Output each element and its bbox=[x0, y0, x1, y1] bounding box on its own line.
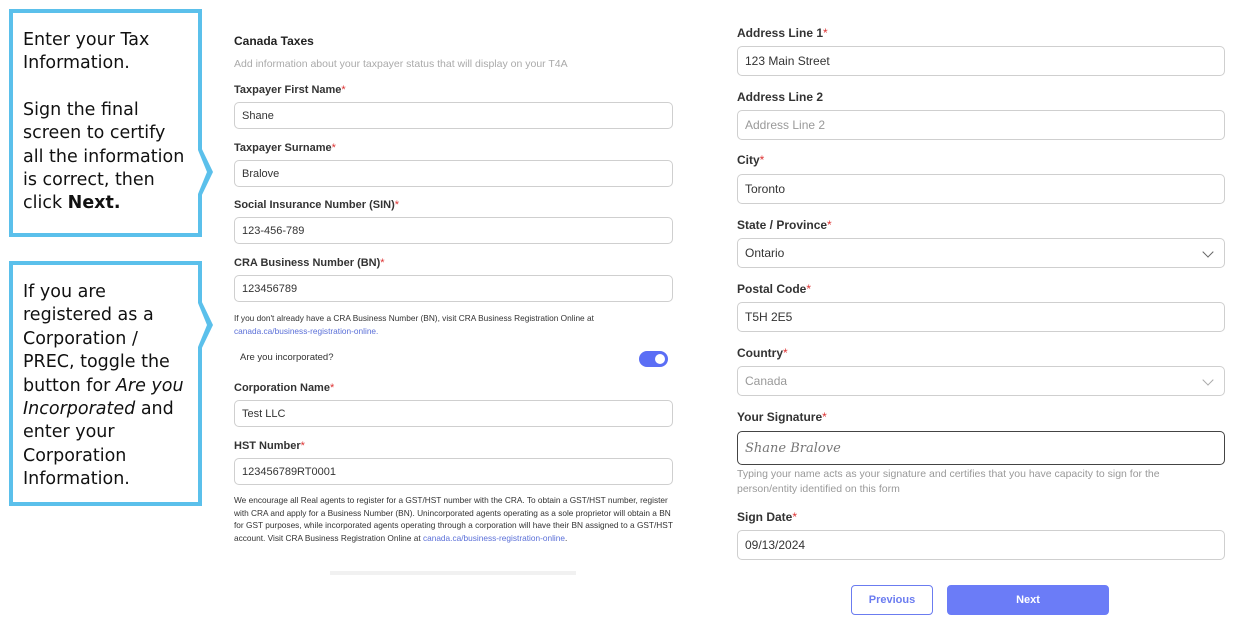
first-name-label: Taxpayer First Name* bbox=[234, 84, 346, 96]
surname-label: Taxpayer Surname* bbox=[234, 142, 336, 154]
sign-date-input[interactable]: 09/13/2024 bbox=[737, 530, 1225, 560]
postal-code-input[interactable]: T5H 2E5 bbox=[737, 302, 1225, 332]
incorporated-toggle[interactable] bbox=[639, 351, 668, 367]
city-label: City* bbox=[737, 153, 765, 167]
bn-registration-link[interactable]: canada.ca/business-registration-online. bbox=[234, 326, 378, 336]
chevron-down-icon bbox=[1202, 374, 1214, 386]
bn-label: CRA Business Number (BN)* bbox=[234, 257, 385, 269]
postal-code-label: Postal Code* bbox=[737, 282, 812, 296]
city-input[interactable]: Toronto bbox=[737, 174, 1225, 204]
province-label: State / Province* bbox=[737, 218, 832, 232]
sin-label: Social Insurance Number (SIN)* bbox=[234, 199, 400, 211]
section-subtitle: Add information about your taxpayer stat… bbox=[234, 58, 568, 70]
corporation-name-input[interactable]: Test LLC bbox=[234, 400, 673, 427]
bn-input[interactable]: 123456789 bbox=[234, 275, 673, 302]
previous-button[interactable]: Previous bbox=[851, 585, 933, 615]
surname-input[interactable]: Bralove bbox=[234, 160, 673, 187]
address1-label: Address Line 1* bbox=[737, 26, 828, 40]
callout-text: Sign the final screen to certify all the… bbox=[23, 99, 185, 214]
instruction-callout-tax-info: Enter your Tax Information. Sign the fin… bbox=[9, 9, 213, 237]
hst-help-text: We encourage all Real agents to register… bbox=[234, 495, 673, 543]
next-button[interactable]: Next bbox=[947, 585, 1109, 615]
signature-help-text: Typing your name acts as your signature … bbox=[737, 468, 1160, 495]
section-title: Canada Taxes bbox=[234, 34, 314, 48]
hst-input[interactable]: 123456789RT0001 bbox=[234, 458, 673, 485]
callout-text: If you are registered as a Corporation /… bbox=[23, 282, 184, 490]
country-select[interactable]: Canada bbox=[737, 366, 1225, 396]
instruction-callout-corporation: If you are registered as a Corporation /… bbox=[9, 261, 213, 506]
first-name-input[interactable]: Shane bbox=[234, 102, 673, 129]
bn-help-text: If you don't already have a CRA Business… bbox=[234, 313, 594, 336]
address2-label: Address Line 2 bbox=[737, 90, 824, 104]
signature-input[interactable]: Shane Bralove bbox=[737, 431, 1225, 465]
toggle-knob bbox=[655, 354, 665, 364]
scroll-indicator bbox=[330, 571, 576, 575]
country-label: Country* bbox=[737, 346, 788, 360]
sign-date-label: Sign Date* bbox=[737, 510, 798, 524]
callout-text: Enter your Tax Information. bbox=[23, 30, 150, 74]
signature-label: Your Signature* bbox=[737, 410, 827, 424]
hst-label: HST Number* bbox=[234, 440, 305, 452]
hst-registration-link[interactable]: canada.ca/business-registration-online bbox=[423, 533, 565, 543]
corporation-name-label: Corporation Name* bbox=[234, 382, 335, 394]
chevron-down-icon bbox=[1202, 246, 1214, 258]
sin-input[interactable]: 123-456-789 bbox=[234, 217, 673, 244]
province-select[interactable]: Ontario bbox=[737, 238, 1225, 268]
address2-input[interactable]: Address Line 2 bbox=[737, 110, 1225, 140]
address1-input[interactable]: 123 Main Street bbox=[737, 46, 1225, 76]
incorporated-label: Are you incorporated? bbox=[240, 352, 334, 363]
